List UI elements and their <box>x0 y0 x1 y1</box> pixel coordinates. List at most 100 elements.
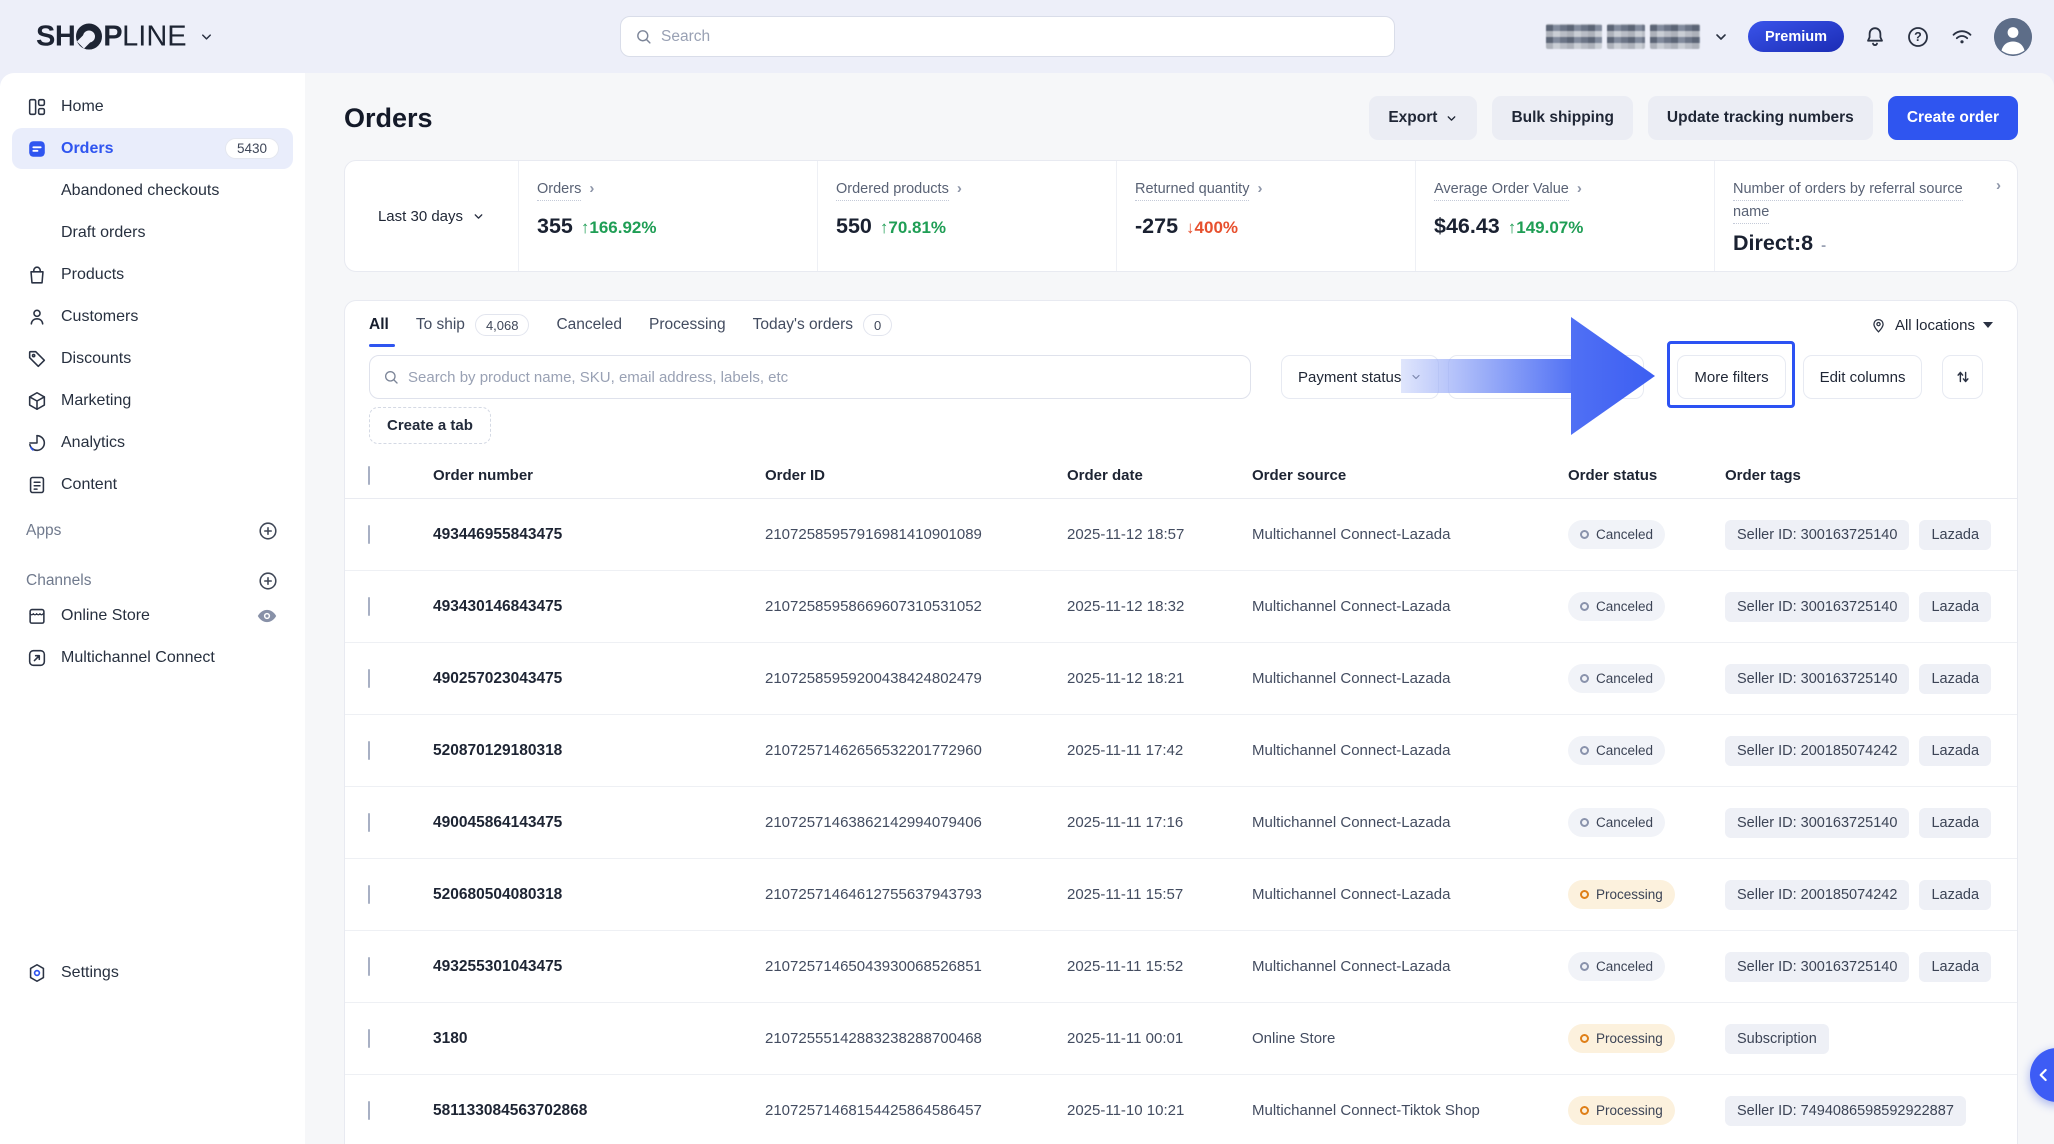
cell-order-status: Canceled <box>1568 664 1725 693</box>
shopline-logo-o-mark <box>76 24 102 50</box>
notifications-bell-icon[interactable] <box>1863 25 1887 49</box>
user-avatar[interactable] <box>1994 18 2032 56</box>
tab-today-s-orders[interactable]: Today's orders0 <box>753 301 893 349</box>
more-filters-wrap: More filters <box>1677 355 1785 399</box>
table-row[interactable]: 4932553010434752107257146504393006852685… <box>345 931 2017 1003</box>
create-tab-button[interactable]: Create a tab <box>369 407 491 444</box>
sidebar-item-orders[interactable]: Orders5430 <box>12 128 293 169</box>
network-wifi-icon[interactable] <box>1949 25 1975 49</box>
sidebar-item-products[interactable]: Products <box>12 254 293 295</box>
row-checkbox[interactable] <box>368 525 370 544</box>
row-checkbox[interactable] <box>368 741 370 760</box>
hidden-filter-button[interactable] <box>1448 355 1644 399</box>
sidebar-item-analytics[interactable]: Analytics <box>12 422 293 463</box>
add-apps-icon[interactable] <box>257 520 279 542</box>
table-row[interactable]: 4900458641434752107257146386214299407940… <box>345 787 2017 859</box>
update-tracking-numbers-button[interactable]: Update tracking numbers <box>1648 96 1873 140</box>
order-search[interactable] <box>369 355 1251 399</box>
bulk-shipping-button[interactable]: Bulk shipping <box>1492 96 1632 140</box>
row-checkbox[interactable] <box>368 597 370 616</box>
status-badge: Canceled <box>1568 952 1665 981</box>
more-filters-button[interactable]: More filters <box>1677 355 1785 399</box>
select-all-checkbox[interactable] <box>368 466 370 485</box>
tab-all[interactable]: All <box>369 301 389 349</box>
export-button[interactable]: Export <box>1369 96 1477 140</box>
sidebar-item-settings[interactable]: Settings <box>12 952 293 993</box>
cell-order-number[interactable]: 581133084563702868 <box>433 1102 765 1120</box>
sidebar-item-home[interactable]: Home <box>12 86 293 127</box>
sidebar-item-marketing[interactable]: Marketing <box>12 380 293 421</box>
cell-order-status: Processing <box>1568 880 1725 909</box>
metric-label[interactable]: Average Order Value <box>1434 181 1569 201</box>
tab-label: All <box>369 316 389 334</box>
global-search[interactable] <box>620 16 1395 57</box>
sidebar-item-abandoned-checkouts[interactable]: Abandoned checkouts <box>12 170 293 211</box>
cell-order-number[interactable]: 520870129180318 <box>433 742 765 760</box>
order-tag: Lazada <box>1919 520 1991 550</box>
edit-columns-button[interactable]: Edit columns <box>1803 355 1923 399</box>
products-icon <box>26 264 48 286</box>
help-icon[interactable]: ? <box>1906 25 1930 49</box>
search-icon <box>635 28 652 45</box>
tab-processing[interactable]: Processing <box>649 301 726 349</box>
metric-label[interactable]: Number of orders by referral source name <box>1733 181 1963 224</box>
table-row[interactable]: 3180210725551428832382887004682025-11-11… <box>345 1003 2017 1075</box>
premium-badge[interactable]: Premium <box>1748 21 1844 52</box>
table-row[interactable]: 5811330845637028682107257146815442586458… <box>345 1075 2017 1144</box>
row-checkbox[interactable] <box>368 957 370 976</box>
add-channel-icon[interactable] <box>257 570 279 592</box>
row-checkbox[interactable] <box>368 1029 370 1048</box>
search-icon <box>383 369 399 385</box>
metric-label[interactable]: Orders <box>537 181 581 201</box>
row-checkbox[interactable] <box>368 885 370 904</box>
table-row[interactable]: 4902570230434752107258595920043842480247… <box>345 643 2017 715</box>
cell-order-number[interactable]: 493446955843475 <box>433 526 765 544</box>
cell-order-status: Canceled <box>1568 520 1725 549</box>
sidebar-item-content[interactable]: Content <box>12 464 293 505</box>
orders-table: Order numberOrder IDOrder dateOrder sour… <box>345 453 2017 1144</box>
cell-order-number[interactable]: 490045864143475 <box>433 814 765 832</box>
sidebar-item-discounts[interactable]: Discounts <box>12 338 293 379</box>
cell-order-number[interactable]: 490257023043475 <box>433 670 765 688</box>
table-row[interactable]: 5206805040803182107257146461275563794379… <box>345 859 2017 931</box>
location-filter[interactable]: All locations <box>1870 317 1993 334</box>
status-ring-icon <box>1580 674 1589 683</box>
global-search-input[interactable] <box>661 28 1380 46</box>
cell-order-tags: Seller ID: 300163725140Lazada <box>1725 520 2017 550</box>
sidebar-item-multichannel-connect[interactable]: Multichannel Connect <box>12 637 293 678</box>
sidebar-item-draft-orders[interactable]: Draft orders <box>12 212 293 253</box>
order-tag: Lazada <box>1919 664 1991 694</box>
status-badge: Canceled <box>1568 664 1665 693</box>
account-menu[interactable] <box>1546 24 1729 49</box>
metric-label[interactable]: Returned quantity <box>1135 181 1249 201</box>
tab-to-ship[interactable]: To ship4,068 <box>416 301 530 349</box>
sidebar-section-apps: Apps <box>12 518 293 544</box>
row-checkbox[interactable] <box>368 1101 370 1120</box>
shopline-logo[interactable]: SHPLINE <box>36 20 214 53</box>
sidebar-item-customers[interactable]: Customers <box>12 296 293 337</box>
table-row[interactable]: 4934469558434752107258595791698141090108… <box>345 499 2017 571</box>
sidebar-item-online-store[interactable]: Online Store <box>12 595 293 636</box>
cell-order-date: 2025-11-11 15:52 <box>1067 958 1252 975</box>
tab-canceled[interactable]: Canceled <box>556 301 622 349</box>
customers-icon <box>26 306 48 328</box>
order-tag: Seller ID: 300163725140 <box>1725 664 1909 694</box>
order-search-input[interactable] <box>408 369 1237 386</box>
date-range-selector[interactable]: Last 30 days <box>345 161 519 271</box>
metric-label[interactable]: Ordered products <box>836 181 949 201</box>
cell-order-tags: Seller ID: 300163725140 Lazada <box>1725 664 2017 694</box>
payment-status-filter[interactable]: Payment status <box>1281 355 1439 399</box>
table-row[interactable]: 4934301468434752107258595866960731053105… <box>345 571 2017 643</box>
eye-icon[interactable] <box>255 604 279 628</box>
chevron-down-icon[interactable] <box>199 29 214 44</box>
table-row[interactable]: 5208701291803182107257146265653220177296… <box>345 715 2017 787</box>
order-tag: Seller ID: 200185074242 <box>1725 880 1909 910</box>
cell-order-number[interactable]: 3180 <box>433 1030 765 1048</box>
row-checkbox[interactable] <box>368 813 370 832</box>
create-order-button[interactable]: Create order <box>1888 96 2018 140</box>
cell-order-number[interactable]: 520680504080318 <box>433 886 765 904</box>
cell-order-number[interactable]: 493430146843475 <box>433 598 765 616</box>
sort-button[interactable] <box>1942 355 1983 399</box>
cell-order-number[interactable]: 493255301043475 <box>433 958 765 976</box>
row-checkbox[interactable] <box>368 669 370 688</box>
